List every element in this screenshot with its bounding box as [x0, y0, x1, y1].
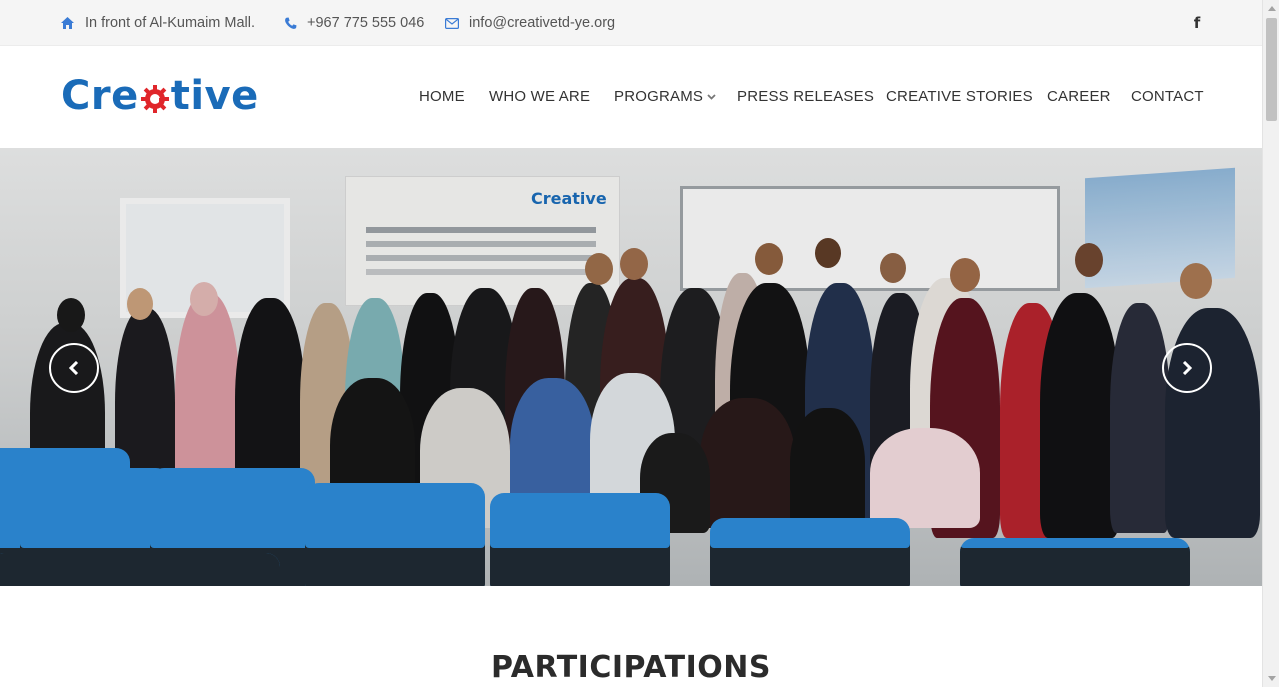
- hero-slider: Creative: [0, 148, 1262, 586]
- chevron-left-icon: [69, 361, 79, 375]
- facebook-icon[interactable]: f: [1190, 13, 1204, 33]
- section-title-participations: PARTICIPATIONS: [491, 650, 771, 685]
- creative-logo[interactable]: Cre tive: [61, 72, 259, 120]
- top-info-bar: In front of Al-Kumaim Mall. +967 775 555…: [0, 0, 1262, 46]
- phone-icon: [285, 17, 297, 29]
- address-text: In front of Al-Kumaim Mall.: [85, 15, 256, 31]
- nav-item-press-releases[interactable]: PRESS RELEASES: [737, 88, 874, 105]
- nav-item-creative-stories[interactable]: CREATIVE STORIES: [886, 88, 1033, 105]
- slider-prev-button[interactable]: [49, 343, 99, 393]
- slider-next-button[interactable]: [1162, 343, 1212, 393]
- phone-info[interactable]: +967 775 555 046: [284, 0, 424, 46]
- email-text: info@creativetd-ye.org: [469, 15, 616, 31]
- home-icon: [61, 17, 74, 29]
- chevron-right-icon: [1182, 361, 1192, 375]
- scroll-up-arrow-icon[interactable]: [1263, 0, 1279, 17]
- nav-item-career[interactable]: CAREER: [1047, 88, 1111, 105]
- envelope-icon: [445, 17, 459, 29]
- chevron-down-icon: [707, 94, 716, 100]
- scroll-thumb[interactable]: [1266, 18, 1277, 121]
- nav-item-contact[interactable]: CONTACT: [1131, 88, 1204, 105]
- address-info: In front of Al-Kumaim Mall.: [60, 0, 255, 46]
- page-scrollbar[interactable]: [1262, 0, 1279, 687]
- nav-item-programs[interactable]: PROGRAMS: [614, 88, 716, 105]
- logo-text-suffix: tive: [170, 73, 259, 119]
- gear-logo-icon: [140, 85, 169, 113]
- logo-text-prefix: Cre: [61, 73, 139, 119]
- email-info[interactable]: info@creativetd-ye.org: [445, 0, 615, 46]
- nav-item-programs-label: PROGRAMS: [614, 88, 704, 105]
- nav-item-home[interactable]: HOME: [419, 88, 465, 105]
- nav-item-who-we-are[interactable]: WHO WE ARE: [489, 88, 590, 105]
- phone-text: +967 775 555 046: [307, 15, 425, 31]
- scroll-down-arrow-icon[interactable]: [1263, 670, 1279, 687]
- site-header: Cre tive HOME WHO WE ARE PROGRAMS PRESS …: [0, 46, 1262, 148]
